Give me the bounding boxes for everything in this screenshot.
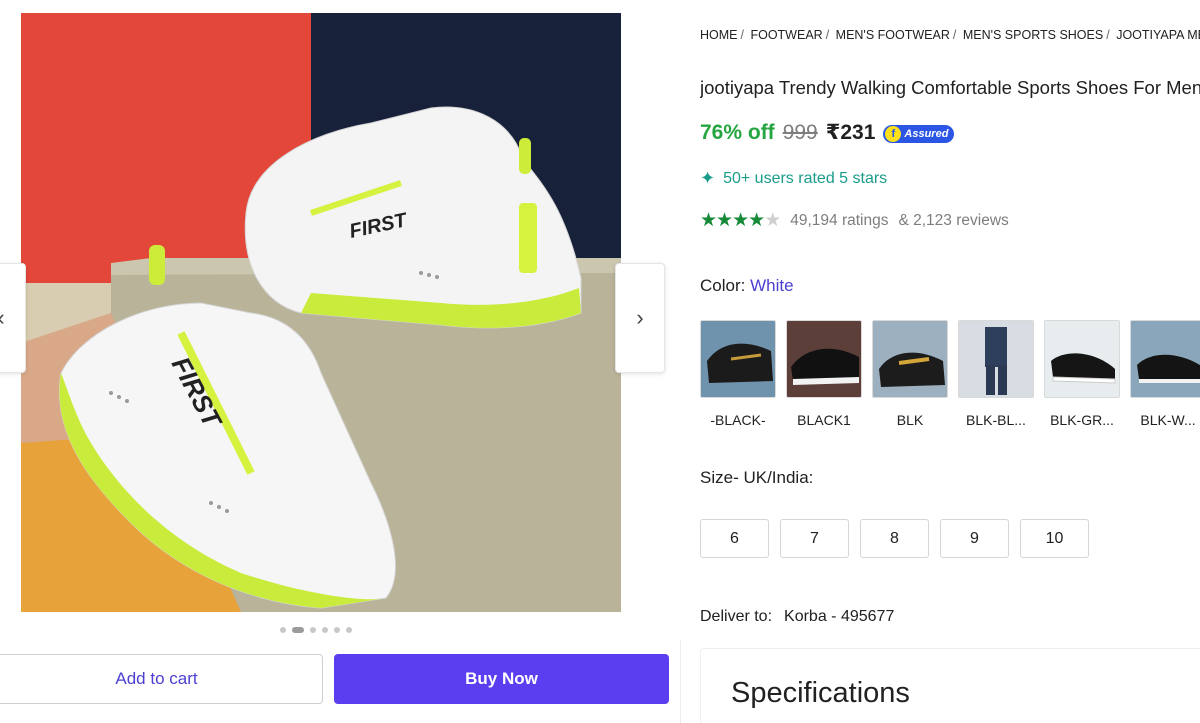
breadcrumb-item[interactable]: MEN'S FOOTWEAR [836, 28, 950, 42]
product-gallery: FIRST FIRST ‹ › Add to cart Buy Now [0, 0, 684, 723]
color-swatch[interactable]: BLK-GR... [1044, 320, 1120, 428]
assured-label: Assured [904, 128, 949, 140]
breadcrumb-item[interactable]: MEN'S SPORTS SHOES [963, 28, 1103, 42]
swatch-label: -BLACK- [710, 412, 766, 428]
size-option[interactable]: 9 [940, 519, 1009, 558]
delivery-location: Korba - 495677 [784, 608, 895, 625]
gallery-dot[interactable] [346, 627, 352, 633]
gallery-dot[interactable] [280, 627, 286, 633]
price-row: 76% off 999 ₹231 f Assured [700, 120, 955, 145]
gallery-dots [280, 627, 352, 633]
flipkart-logo-icon: f [885, 126, 902, 142]
swatch-thumbnail [786, 320, 862, 398]
swatch-thumbnail [958, 320, 1034, 398]
color-swatch[interactable]: BLK-W... [1130, 320, 1200, 428]
gallery-dot[interactable] [310, 627, 316, 633]
original-price: 999 [782, 121, 818, 144]
gallery-prev-button[interactable]: ‹ [0, 263, 26, 373]
gallery-next-button[interactable]: › [615, 263, 665, 373]
color-label: Color: White [700, 276, 794, 296]
gallery-dot-active[interactable] [292, 627, 304, 633]
color-label-text: Color: [700, 276, 746, 295]
swatch-label: BLK-GR... [1050, 412, 1114, 428]
assured-badge: f Assured [883, 125, 955, 143]
chevron-left-icon: ‹ [0, 305, 5, 331]
add-to-cart-button[interactable]: Add to cart [0, 654, 323, 704]
ratings-count: 49,194 ratings [790, 211, 889, 229]
star-filled-icon: ★ [732, 210, 749, 231]
swatch-thumbnail [872, 320, 948, 398]
rating-summary[interactable]: ★★★★★ 49,194 ratings & 2,123 reviews [700, 209, 1009, 232]
selected-color: White [750, 276, 794, 295]
specifications-card: Specifications [700, 648, 1200, 723]
product-image[interactable]: FIRST FIRST [21, 13, 621, 612]
sparkle-star-icon: ✦ [700, 168, 716, 188]
color-swatch[interactable]: BLK-BL... [958, 320, 1034, 428]
breadcrumb-separator: / [740, 28, 744, 42]
size-option[interactable]: 10 [1020, 519, 1089, 558]
star-empty-icon: ★ [764, 210, 781, 231]
reviews-count: & 2,123 reviews [898, 211, 1009, 229]
delivery-info[interactable]: Deliver to: Korba - 495677 [700, 608, 894, 626]
breadcrumb-item[interactable]: FOOTWEAR [750, 28, 822, 42]
specifications-title: Specifications [731, 677, 910, 709]
color-swatch[interactable]: -BLACK- [700, 320, 776, 428]
social-proof: ✦ 50+ users rated 5 stars [700, 168, 887, 189]
swatch-label: BLK-BL... [966, 412, 1026, 428]
product-title: jootiyapa Trendy Walking Comfortable Spo… [700, 77, 1200, 98]
gallery-dot[interactable] [322, 627, 328, 633]
swatch-label: BLK [896, 412, 924, 428]
swatch-label: BLK-W... [1140, 412, 1196, 428]
buy-now-button[interactable]: Buy Now [334, 654, 669, 704]
star-filled-icon: ★ [716, 210, 733, 231]
discount-badge: 76% off [700, 121, 775, 144]
swatch-label: BLACK1 [797, 412, 851, 428]
color-swatch[interactable]: BLK [872, 320, 948, 428]
star-filled-icon: ★ [700, 210, 717, 231]
breadcrumb-separator: / [825, 28, 830, 42]
divider [680, 640, 681, 723]
chevron-right-icon: › [636, 305, 644, 330]
swatch-thumbnail [1044, 320, 1120, 398]
star-rating: ★★★★★ [700, 209, 781, 232]
selling-price: ₹231 [825, 121, 876, 144]
size-options: 6 7 8 9 10 [700, 519, 1089, 558]
breadcrumb-separator: / [1106, 28, 1110, 42]
size-option[interactable]: 6 [700, 519, 769, 558]
gallery-dot[interactable] [334, 627, 340, 633]
swatch-thumbnail [1130, 320, 1200, 398]
color-swatches: -BLACK- BLACK1 BLK BLK-BL... BLK-GR... B… [700, 320, 1200, 428]
size-label: Size- UK/India: [700, 468, 814, 487]
breadcrumb-item[interactable]: JOOTIYAPA MEN'S [1116, 28, 1200, 42]
color-swatch[interactable]: BLACK1 [786, 320, 862, 428]
swatch-thumbnail [700, 320, 776, 398]
size-option[interactable]: 8 [860, 519, 929, 558]
delivery-label: Deliver to: [700, 608, 773, 625]
size-option[interactable]: 7 [780, 519, 849, 558]
breadcrumb-item[interactable]: HOME [700, 28, 738, 42]
product-details: HOME / FOOTWEAR / MEN'S FOOTWEAR / MEN'S SP… [700, 0, 1200, 723]
social-proof-text: 50+ users rated 5 stars [723, 169, 888, 187]
star-filled-icon: ★ [748, 210, 765, 231]
breadcrumb-separator: / [952, 28, 957, 42]
breadcrumb: HOME / FOOTWEAR / MEN'S FOOTWEAR / MEN'S SP… [700, 28, 1200, 42]
